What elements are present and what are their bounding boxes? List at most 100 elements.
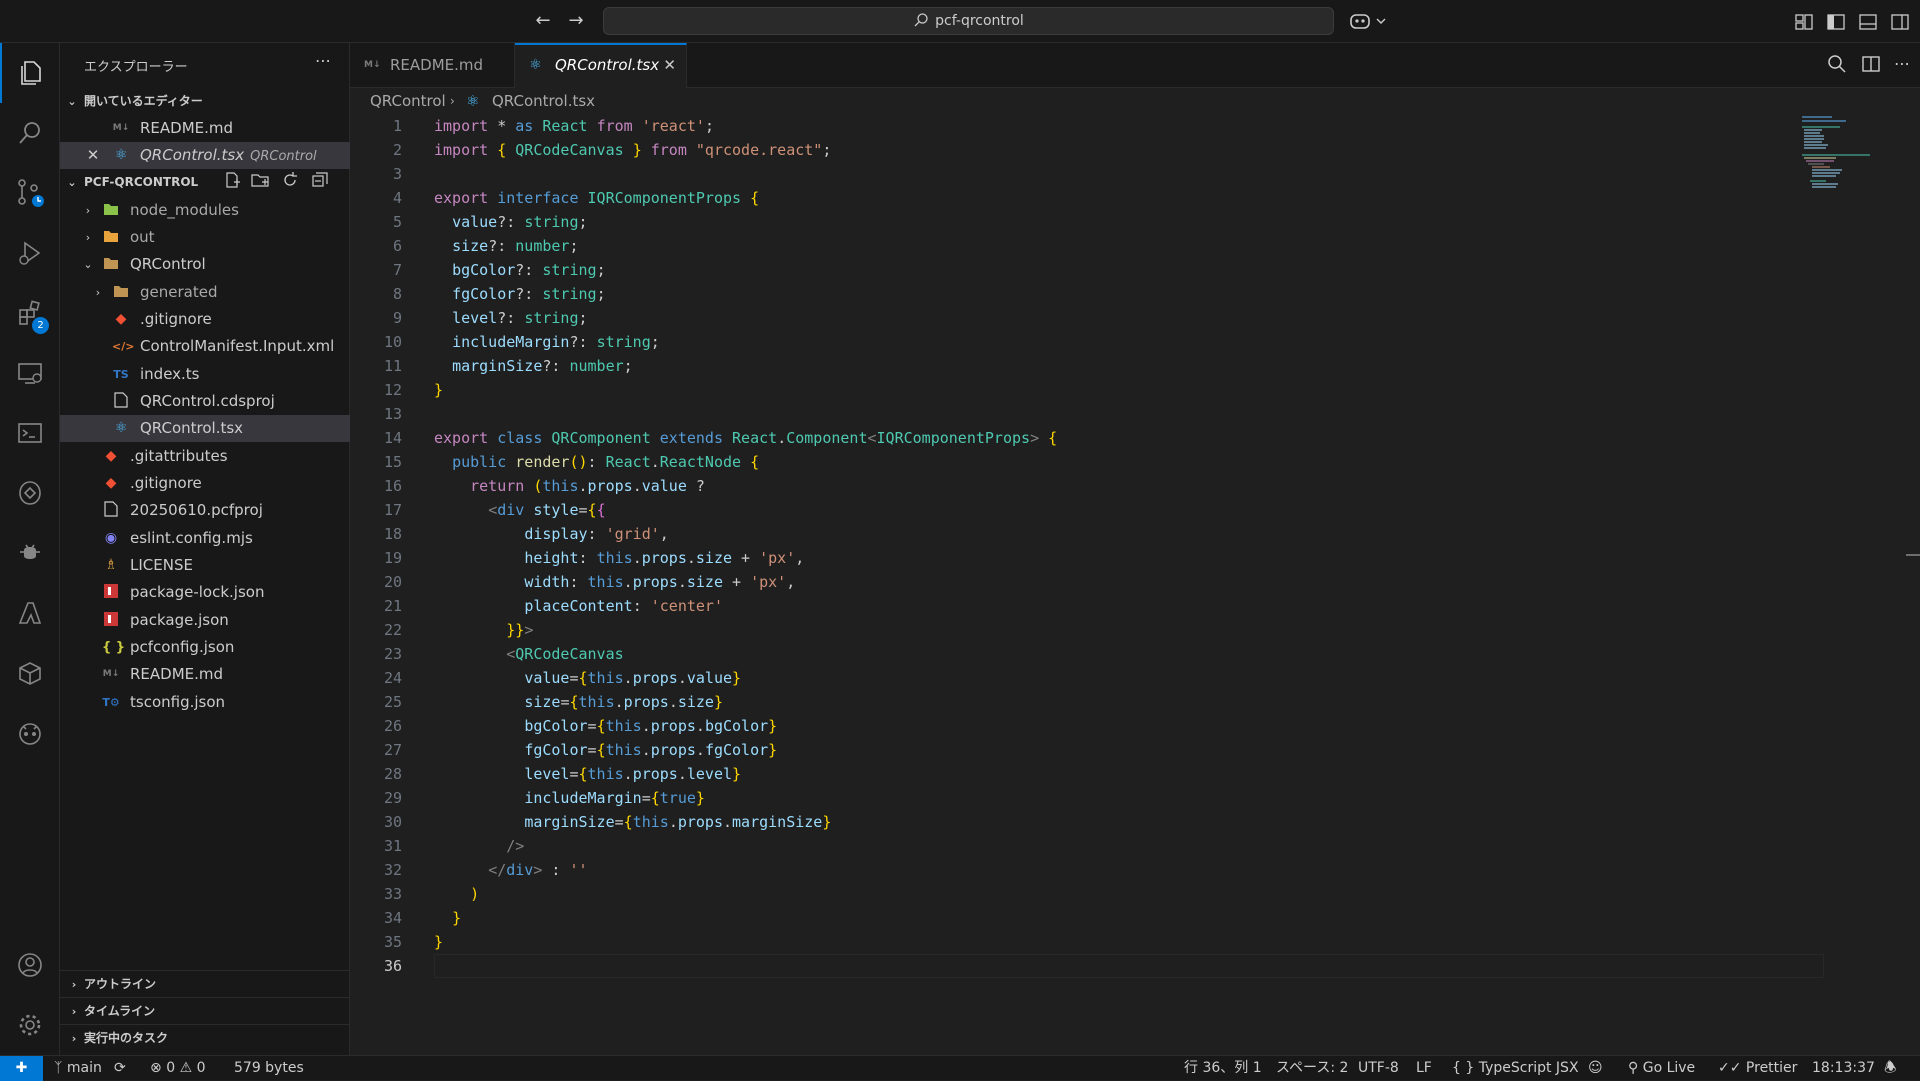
- code-line[interactable]: bgColor={this.props.bgColor}: [434, 714, 777, 738]
- indentation-status[interactable]: スペース: 2: [1276, 1056, 1348, 1080]
- code-line[interactable]: }: [434, 378, 443, 402]
- tree-item-pcfproj[interactable]: 20250610.pcfproj: [60, 497, 350, 524]
- copilot-chat-icon[interactable]: [0, 703, 60, 763]
- tree-item-license[interactable]: ♗ LICENSE: [60, 552, 350, 579]
- notifications-bell-icon[interactable]: 🕭: [1884, 1056, 1897, 1080]
- code-line[interactable]: level={this.props.level}: [434, 762, 741, 786]
- code-line[interactable]: display: 'grid',: [434, 522, 669, 546]
- code-line[interactable]: marginSize?: number;: [434, 354, 633, 378]
- remote-explorer-icon[interactable]: [0, 343, 60, 403]
- code-line[interactable]: }: [434, 930, 443, 954]
- code-line[interactable]: value?: string;: [434, 210, 587, 234]
- copilot-status-icon[interactable]: ☺: [1588, 1056, 1603, 1080]
- cursor-position-status[interactable]: 行 36、列 1: [1184, 1056, 1262, 1080]
- eol-status[interactable]: LF: [1416, 1056, 1432, 1080]
- more-actions-icon[interactable]: ⋯: [1894, 53, 1910, 79]
- prettier-status[interactable]: ✓✓ Prettier: [1718, 1056, 1797, 1080]
- tree-item-qrcontrol-folder[interactable]: ⌄ QRControl: [60, 251, 350, 278]
- code-line[interactable]: import { QRCodeCanvas } from "qrcode.rea…: [434, 138, 831, 162]
- tab-readme[interactable]: M↓ README.md: [350, 43, 515, 88]
- new-file-icon[interactable]: [222, 170, 242, 200]
- new-folder-icon[interactable]: [250, 170, 270, 200]
- code-line[interactable]: />: [434, 834, 524, 858]
- code-line[interactable]: <QRCodeCanvas: [434, 642, 623, 666]
- language-status[interactable]: { } TypeScript JSX: [1452, 1056, 1579, 1080]
- code-line[interactable]: return (this.props.value ?: [434, 474, 705, 498]
- code-line[interactable]: height: this.props.size + 'px',: [434, 546, 804, 570]
- open-editor-item[interactable]: M↓ README.md: [60, 115, 350, 142]
- code-line[interactable]: public render(): React.ReactNode {: [434, 450, 759, 474]
- code-line[interactable]: fgColor?: string;: [434, 282, 606, 306]
- find-icon[interactable]: [1826, 53, 1848, 79]
- tree-item-generated[interactable]: › generated: [60, 279, 350, 306]
- open-editors-section-header[interactable]: ⌄ 開いているエディター: [60, 88, 350, 115]
- tree-item-qrcontrol-tsx[interactable]: ⚛ QRControl.tsx: [60, 415, 350, 442]
- tree-item-index-ts[interactable]: TS index.ts: [60, 361, 350, 388]
- tab-qrcontrol-tsx[interactable]: ⚛ QRControl.tsx ✕: [515, 43, 687, 88]
- tree-item-tsconfig[interactable]: T⚙ tsconfig.json: [60, 689, 350, 716]
- code-line[interactable]: level?: string;: [434, 306, 587, 330]
- code-line[interactable]: size?: number;: [434, 234, 578, 258]
- code-line[interactable]: placeContent: 'center': [434, 594, 723, 618]
- tree-item-out[interactable]: › out: [60, 224, 350, 251]
- open-editor-item-active[interactable]: ✕ ⚛ QRControl.tsx QRControl: [60, 142, 350, 169]
- code-line[interactable]: width: this.props.size + 'px',: [434, 570, 795, 594]
- toggle-secondary-sidebar-icon[interactable]: [1886, 8, 1914, 36]
- code-line[interactable]: }: [434, 906, 461, 930]
- azure-icon[interactable]: [0, 583, 60, 643]
- problems-status[interactable]: ⊗ 0 ⚠ 0: [150, 1056, 206, 1080]
- tree-item-gitignore-root[interactable]: ◆ .gitignore: [60, 470, 350, 497]
- code-line[interactable]: includeMargin={true}: [434, 786, 705, 810]
- tree-item-gitignore[interactable]: ◆ .gitignore: [60, 306, 350, 333]
- more-actions-icon[interactable]: ⋯: [311, 51, 335, 75]
- minimap[interactable]: [1802, 114, 1898, 194]
- collapse-all-icon[interactable]: [310, 170, 330, 200]
- code-line[interactable]: ): [434, 882, 479, 906]
- code-line[interactable]: }}>: [434, 618, 533, 642]
- code-line[interactable]: size={this.props.size}: [434, 690, 723, 714]
- tree-item-manifest[interactable]: </> ControlManifest.Input.xml: [60, 333, 350, 360]
- forward-arrow-icon[interactable]: →: [563, 9, 589, 33]
- outline-section-header[interactable]: › アウトライン: [60, 970, 350, 997]
- tree-item-cdsproj[interactable]: QRControl.cdsproj: [60, 388, 350, 415]
- tree-item-package-json[interactable]: package.json: [60, 607, 350, 634]
- code-line[interactable]: includeMargin?: string;: [434, 330, 660, 354]
- run-debug-icon[interactable]: [0, 223, 60, 283]
- command-center-search[interactable]: pcf-qrcontrol: [603, 7, 1334, 35]
- testing-icon[interactable]: [0, 523, 60, 583]
- tree-item-node-modules[interactable]: › node_modules: [60, 197, 350, 224]
- power-platform-icon[interactable]: [0, 463, 60, 523]
- terminal-icon[interactable]: [0, 403, 60, 463]
- code-line[interactable]: import * as React from 'react';: [434, 114, 714, 138]
- source-control-icon[interactable]: [0, 163, 60, 223]
- copilot-menu[interactable]: [1348, 9, 1394, 33]
- code-line[interactable]: <div style={{: [434, 498, 605, 522]
- running-tasks-section-header[interactable]: › 実行中のタスク: [60, 1024, 350, 1051]
- branch-status[interactable]: ᛉ main: [54, 1056, 102, 1080]
- close-tab-icon[interactable]: ✕: [663, 45, 676, 86]
- code-line[interactable]: fgColor={this.props.fgColor}: [434, 738, 777, 762]
- customize-layout-icon[interactable]: [1790, 8, 1818, 36]
- toggle-panel-icon[interactable]: [1854, 8, 1882, 36]
- code-line[interactable]: export class QRComponent extends React.C…: [434, 426, 1057, 450]
- search-icon[interactable]: [0, 103, 60, 163]
- project-section-header[interactable]: ⌄ PCF-QRCONTROL: [60, 169, 350, 196]
- encoding-status[interactable]: UTF-8: [1358, 1056, 1399, 1080]
- split-editor-icon[interactable]: [1860, 53, 1882, 79]
- tree-item-eslint[interactable]: ◉ eslint.config.mjs: [60, 525, 350, 552]
- code-line[interactable]: bgColor?: string;: [434, 258, 606, 282]
- toggle-primary-sidebar-icon[interactable]: [1822, 8, 1850, 36]
- breadcrumb-folder[interactable]: QRControl: [370, 88, 446, 114]
- code-editor[interactable]: 1 2 3 4 5 6 7 8 9 10 11 12 13 14 15 16 17 18 19 20 21 22 23 24 2…: [350, 114, 1920, 1055]
- extensions-icon[interactable]: 2: [0, 283, 60, 343]
- breadcrumb-file[interactable]: QRControl.tsx: [492, 88, 595, 114]
- settings-gear-icon[interactable]: [0, 995, 60, 1055]
- remote-indicator-icon[interactable]: ✚: [0, 1056, 43, 1081]
- refresh-icon[interactable]: [280, 170, 300, 200]
- explorer-icon[interactable]: [0, 43, 60, 103]
- timeline-section-header[interactable]: › タイムライン: [60, 997, 350, 1024]
- scrollbar-marker[interactable]: [1906, 554, 1920, 556]
- tree-item-package-lock[interactable]: package-lock.json: [60, 579, 350, 606]
- sync-icon[interactable]: ⟳: [114, 1056, 126, 1080]
- package-icon[interactable]: [0, 643, 60, 703]
